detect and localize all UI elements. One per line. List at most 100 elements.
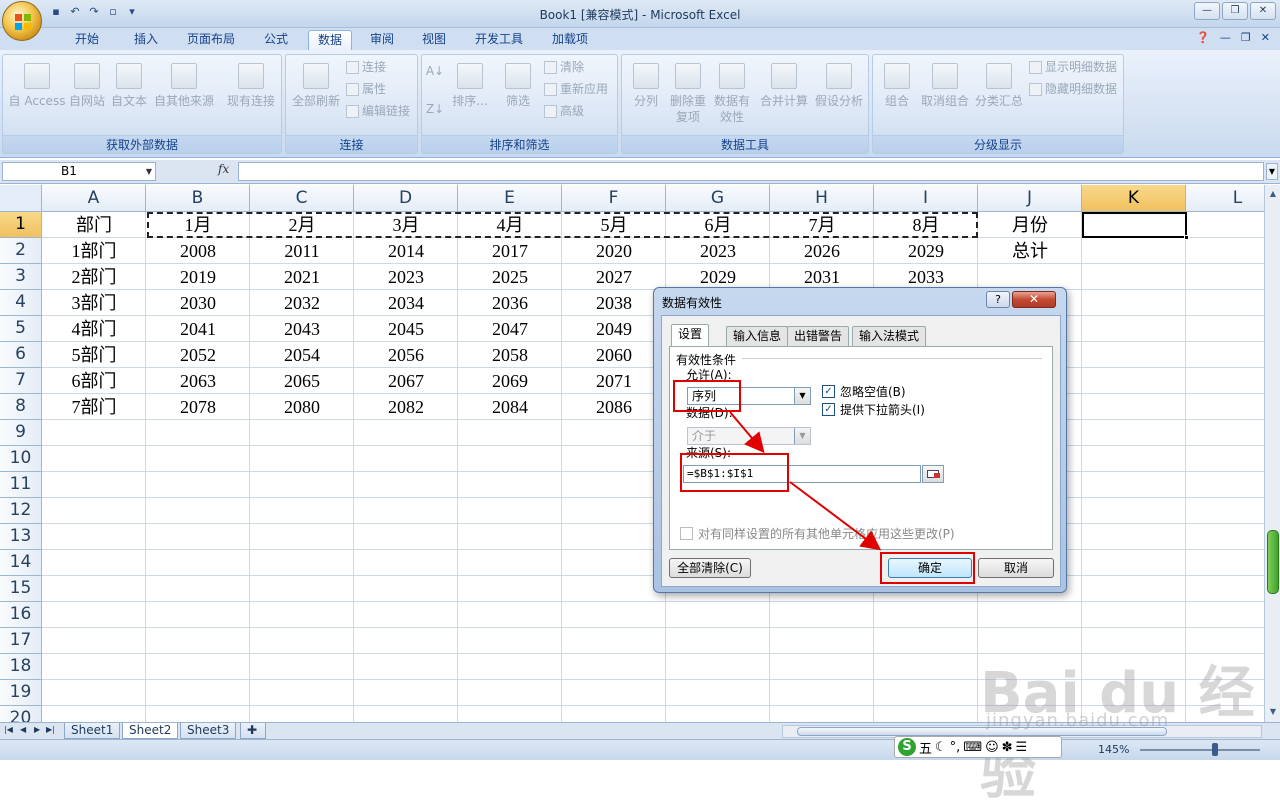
tab-input-message[interactable]: 输入信息 [726, 326, 789, 346]
dialog-help-button[interactable]: ? [986, 291, 1010, 308]
tab-home[interactable]: 开始 [62, 30, 112, 50]
skin-icon[interactable]: ✽ [1002, 740, 1013, 755]
first-sheet-icon[interactable]: |◀ [4, 725, 13, 734]
tab-data[interactable]: 数据 [308, 30, 352, 50]
cell-I2[interactable]: 2029 [874, 238, 978, 264]
cell-D3[interactable]: 2023 [354, 264, 458, 290]
office-button[interactable] [2, 1, 42, 41]
row-header-10[interactable]: 10 [0, 446, 42, 472]
cell-D4[interactable]: 2034 [354, 290, 458, 316]
row-header-2[interactable]: 2 [0, 238, 42, 264]
fill-handle[interactable] [1184, 235, 1189, 240]
scroll-thumb[interactable] [797, 727, 1167, 736]
cell-B4[interactable]: 2030 [146, 290, 250, 316]
row-header-6[interactable]: 6 [0, 342, 42, 368]
cell-C7[interactable]: 2065 [250, 368, 354, 394]
row-header-18[interactable]: 18 [0, 654, 42, 680]
cell-J2[interactable]: 总计 [978, 238, 1082, 264]
cell-B3[interactable]: 2019 [146, 264, 250, 290]
tab-developer[interactable]: 开发工具 [466, 30, 532, 50]
row-header-20[interactable]: 20 [0, 706, 42, 722]
row-header-9[interactable]: 9 [0, 420, 42, 446]
chevron-down-icon[interactable]: ▼ [146, 163, 152, 180]
cell-A2[interactable]: 1部门 [42, 238, 146, 264]
clear-all-button[interactable]: 全部清除(C) [669, 558, 751, 578]
name-box[interactable]: B1 ▼ [2, 162, 156, 181]
cell-C3[interactable]: 2021 [250, 264, 354, 290]
tab-page-layout[interactable]: 页面布局 [180, 30, 242, 50]
apply-all-checkbox[interactable] [680, 527, 693, 540]
column-header-I[interactable]: I [874, 185, 978, 212]
cell-A1[interactable]: 部门 [42, 212, 146, 238]
from-web-button[interactable]: 自网站 [67, 63, 107, 109]
tab-review[interactable]: 审阅 [360, 30, 404, 50]
cell-B8[interactable]: 2078 [146, 394, 250, 420]
refresh-all-button[interactable]: 全部刷新 [288, 63, 344, 109]
show-detail-button[interactable]: 显示明细数据 [1029, 57, 1117, 77]
vertical-scrollbar[interactable]: ▲ ▼ [1264, 185, 1280, 722]
reapply-button[interactable]: 重新应用 [544, 79, 608, 99]
zoom-level[interactable]: 145% [1098, 743, 1129, 756]
sheet-tab-2[interactable]: Sheet2 [122, 723, 179, 739]
cell-E7[interactable]: 2069 [458, 368, 562, 394]
ignore-blank-checkbox[interactable]: ✓ [822, 385, 835, 398]
data-validation-button[interactable]: 数据有效性 [710, 63, 754, 125]
from-text-button[interactable]: 自文本 [109, 63, 149, 109]
chevron-down-icon[interactable]: ▼ [794, 388, 810, 404]
zoom-slider[interactable] [1140, 749, 1260, 751]
cancel-button[interactable]: 取消 [978, 558, 1054, 578]
ungroup-button[interactable]: 取消组合 [919, 63, 971, 109]
sort-asc-icon[interactable]: A↓ [424, 63, 446, 79]
cell-E3[interactable]: 2025 [458, 264, 562, 290]
cell-E4[interactable]: 2036 [458, 290, 562, 316]
subtotal-button[interactable]: 分类汇总 [973, 63, 1025, 109]
dialog-close-button[interactable]: ✕ [1012, 291, 1056, 308]
cell-F5[interactable]: 2049 [562, 316, 666, 342]
cell-E5[interactable]: 2047 [458, 316, 562, 342]
column-header-A[interactable]: A [42, 185, 146, 212]
dropdown-arrow-checkbox[interactable]: ✓ [822, 403, 835, 416]
clear-filter-button[interactable]: 清除 [544, 57, 584, 77]
cell-B6[interactable]: 2052 [146, 342, 250, 368]
column-header-B[interactable]: B [146, 185, 250, 212]
column-header-L[interactable]: L [1186, 185, 1264, 212]
tab-settings[interactable]: 设置 [671, 324, 710, 347]
tab-ime-mode[interactable]: 输入法模式 [852, 326, 927, 346]
insert-sheet-icon[interactable]: ✚ [240, 723, 266, 739]
active-cell[interactable] [1082, 212, 1189, 240]
cell-F8[interactable]: 2086 [562, 394, 666, 420]
cell-A3[interactable]: 2部门 [42, 264, 146, 290]
cell-E2[interactable]: 2017 [458, 238, 562, 264]
column-header-C[interactable]: C [250, 185, 354, 212]
cell-D8[interactable]: 2082 [354, 394, 458, 420]
cell-E8[interactable]: 2084 [458, 394, 562, 420]
menu-icon[interactable]: ☰ [1016, 740, 1028, 755]
punctuation-icon[interactable]: °, [950, 740, 961, 755]
what-if-analysis-button[interactable]: 假设分析 [812, 63, 866, 109]
prev-sheet-icon[interactable]: ◀ [20, 725, 26, 734]
chevron-down-icon[interactable]: ▼ [794, 428, 810, 444]
column-header-J[interactable]: J [978, 185, 1082, 212]
cell-B2[interactable]: 2008 [146, 238, 250, 264]
ime-mode-label[interactable]: 五 [919, 738, 932, 757]
properties-button[interactable]: 属性 [346, 79, 386, 99]
sheet-tab-1[interactable]: Sheet1 [64, 723, 121, 739]
next-sheet-icon[interactable]: ▶ [34, 725, 40, 734]
formula-input[interactable] [238, 162, 1264, 181]
tab-add-ins[interactable]: 加载项 [540, 30, 600, 50]
cell-A8[interactable]: 7部门 [42, 394, 146, 420]
cell-C4[interactable]: 2032 [250, 290, 354, 316]
cell-A6[interactable]: 5部门 [42, 342, 146, 368]
worksheet-grid[interactable]: ABCDEFGHIJKL 1 2 3 4 5 6 7 8 9 10 11 12 13 14 15 16 17 18… [0, 185, 1264, 722]
data-select[interactable]: 介于 ▼ [687, 427, 811, 445]
keyboard-icon[interactable]: ⌨ [963, 740, 982, 755]
column-header-D[interactable]: D [354, 185, 458, 212]
cell-D6[interactable]: 2056 [354, 342, 458, 368]
cell-J1[interactable]: 月份 [978, 212, 1082, 238]
row-header-1[interactable]: 1 [0, 212, 42, 238]
cell-F3[interactable]: 2027 [562, 264, 666, 290]
close-window-button[interactable]: ✕ [1250, 2, 1276, 20]
row-header-14[interactable]: 14 [0, 550, 42, 576]
cell-F7[interactable]: 2071 [562, 368, 666, 394]
column-header-G[interactable]: G [666, 185, 770, 212]
